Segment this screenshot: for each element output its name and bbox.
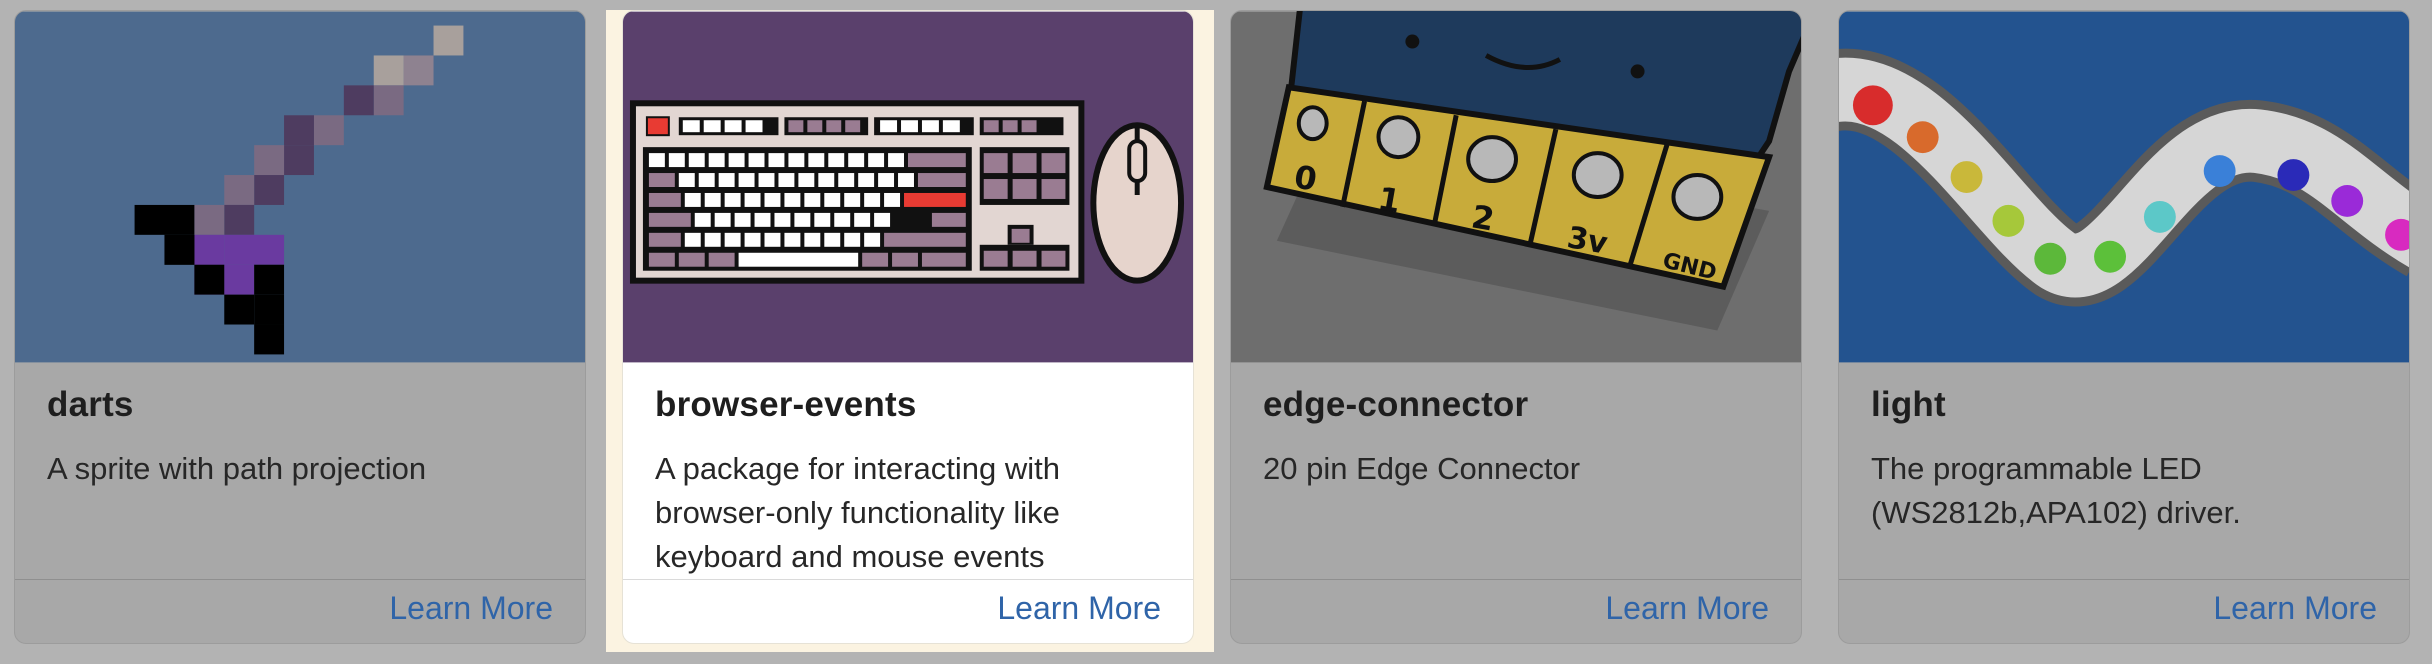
card-title: light xyxy=(1871,385,1946,424)
card-footer: Learn More xyxy=(15,579,585,643)
extension-card-light[interactable]: light The programmable LED (WS2812b,APA1… xyxy=(1838,10,2410,644)
card-title: edge-connector xyxy=(1263,385,1529,424)
browser-events-image xyxy=(623,11,1193,363)
edge-connector-image: 0 1 2 3v GND xyxy=(1231,11,1801,363)
extension-card-browser-events[interactable]: browser-events A package for interacting… xyxy=(622,10,1194,644)
learn-more-link[interactable]: Learn More xyxy=(389,590,553,627)
pin-label: 3v xyxy=(1564,220,1610,262)
card-title: darts xyxy=(47,385,134,424)
darts-image xyxy=(15,11,585,363)
card-description: A package for interacting with browser-o… xyxy=(655,451,1060,574)
card-description: 20 pin Edge Connector xyxy=(1263,451,1581,486)
extension-card-edge-connector[interactable]: 0 1 2 3v GND edge-connector 20 pin Edge … xyxy=(1230,10,1802,644)
card-description: A sprite with path projection xyxy=(47,451,427,486)
keyboard-icon xyxy=(629,100,1085,284)
card-footer: Learn More xyxy=(1231,579,1801,643)
extension-card-darts[interactable]: darts A sprite with path projection Lear… xyxy=(14,10,586,644)
learn-more-link[interactable]: Learn More xyxy=(997,590,1161,627)
card-description: The programmable LED (WS2812b,APA102) dr… xyxy=(1871,451,2241,530)
card-footer: Learn More xyxy=(623,579,1193,643)
card-title: browser-events xyxy=(655,385,917,424)
light-image xyxy=(1839,11,2409,363)
card-footer: Learn More xyxy=(1839,579,2409,643)
learn-more-link[interactable]: Learn More xyxy=(2213,590,2377,627)
learn-more-link[interactable]: Learn More xyxy=(1605,590,1769,627)
mouse-icon xyxy=(1090,122,1185,284)
